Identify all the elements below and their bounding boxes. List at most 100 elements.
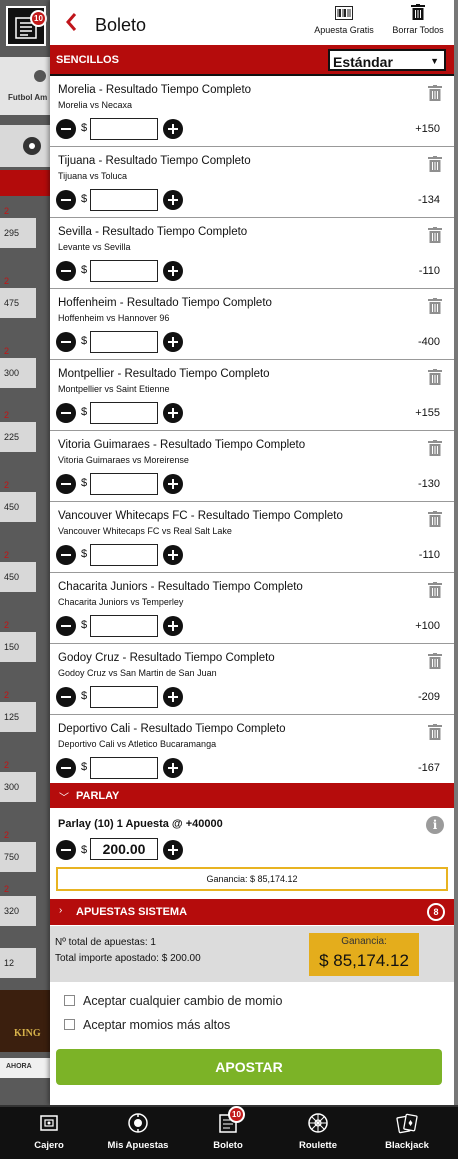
odds-row[interactable]: 2 295 — [0, 200, 50, 270]
free-bet-button[interactable]: Apuesta Gratis — [312, 6, 376, 35]
barcode-icon — [335, 6, 353, 20]
decrease-stake-button[interactable] — [56, 403, 76, 423]
trash-icon[interactable] — [428, 724, 442, 745]
stake-input[interactable] — [90, 615, 158, 637]
odds-row[interactable]: 2 475 — [0, 270, 50, 340]
bet-odds: +100 — [415, 620, 440, 632]
stake-input[interactable] — [90, 118, 158, 140]
nav-item-mis-apuestas[interactable]: Mis Apuestas — [93, 1107, 183, 1159]
sport-strip — [0, 125, 50, 167]
stake-input[interactable] — [90, 402, 158, 424]
system-bets-header[interactable]: › APUESTAS SISTEMA 8 — [50, 899, 454, 925]
bet-slip-panel: Boleto Apuesta Gratis Borrar Todos SENCI… — [50, 0, 454, 1105]
sport-tab[interactable]: Futbol Am — [0, 57, 50, 115]
stake-input[interactable] — [90, 260, 158, 282]
stake-input[interactable] — [90, 331, 158, 353]
increase-stake-button[interactable] — [163, 758, 183, 778]
bet-item: Tijuana - Resultado Tiempo Completo Tijua… — [50, 147, 454, 218]
trash-icon[interactable] — [428, 369, 442, 390]
increase-stake-button[interactable] — [163, 332, 183, 352]
bet-odds: -110 — [418, 549, 440, 561]
bet-match: Vancouver Whitecaps FC vs Real Salt Lake — [58, 526, 232, 536]
stake-input[interactable] — [90, 544, 158, 566]
checkbox-box[interactable] — [64, 995, 75, 1006]
place-bet-button[interactable]: APOSTAR — [56, 1049, 442, 1085]
odds-value: 125 — [0, 702, 36, 732]
decrease-stake-button[interactable] — [56, 840, 76, 860]
info-icon[interactable]: i — [426, 816, 444, 834]
nav-item-blackjack[interactable]: Blackjack — [362, 1107, 452, 1159]
chevron-down-icon: ﹀ — [59, 793, 69, 804]
promo-text: KING — [14, 1028, 41, 1039]
accept-any-odds-change-checkbox[interactable]: Aceptar cualquier cambio de momio — [64, 994, 282, 1008]
increase-stake-button[interactable] — [163, 261, 183, 281]
nav-item-cajero[interactable]: Cajero — [4, 1107, 94, 1159]
bet-odds: -400 — [417, 336, 440, 348]
trash-icon[interactable] — [428, 582, 442, 603]
soccer-ball-icon — [34, 70, 46, 82]
odds-row[interactable]: 2 450 — [0, 474, 50, 544]
play-now-label: AHORA — [0, 1058, 50, 1078]
bet-title: Tijuana - Resultado Tiempo Completo — [58, 155, 251, 167]
odds-row[interactable]: 2 225 — [0, 404, 50, 474]
decrease-stake-button[interactable] — [56, 190, 76, 210]
stake-input[interactable] — [90, 189, 158, 211]
odds-row[interactable]: 2 300 — [0, 754, 50, 824]
ticket-toggle-button[interactable]: 10 — [6, 6, 47, 46]
bet-title: Godoy Cruz - Resultado Tiempo Completo — [58, 652, 275, 664]
decrease-stake-button[interactable] — [56, 616, 76, 636]
decrease-stake-button[interactable] — [56, 474, 76, 494]
decrease-stake-button[interactable] — [56, 119, 76, 139]
trash-icon[interactable] — [428, 85, 442, 106]
increase-stake-button[interactable] — [163, 190, 183, 210]
decrease-stake-button[interactable] — [56, 261, 76, 281]
increase-stake-button[interactable] — [163, 687, 183, 707]
trash-icon[interactable] — [428, 298, 442, 319]
roulette-icon — [308, 1113, 328, 1133]
odds-value: 300 — [0, 358, 36, 388]
bet-item: Vancouver Whitecaps FC - Resultado Tiemp… — [50, 502, 454, 573]
stake-input[interactable] — [90, 473, 158, 495]
decrease-stake-button[interactable] — [56, 332, 76, 352]
odds-row[interactable]: 2 125 — [0, 684, 50, 754]
parlay-header[interactable]: ﹀ PARLAY — [50, 783, 454, 808]
currency-symbol: $ — [81, 619, 88, 631]
currency-symbol: $ — [81, 406, 88, 418]
decrease-stake-button[interactable] — [56, 687, 76, 707]
trash-icon[interactable] — [428, 511, 442, 532]
parlay-section: Parlay (10) 1 Apuesta @ +40000 i $ 200.0… — [50, 808, 454, 897]
my-bets-icon — [128, 1113, 148, 1133]
increase-stake-button[interactable] — [163, 403, 183, 423]
odds-row[interactable]: 2 450 — [0, 544, 50, 614]
odds-row[interactable]: 2 300 — [0, 340, 50, 410]
increase-stake-button[interactable] — [163, 840, 183, 860]
background-page: 10 Futbol Am 2 295 2 475 2 300 2 225 2 450 24… — [0, 0, 50, 1105]
stake-input[interactable] — [90, 686, 158, 708]
nav-item-boleto[interactable]: 10 Boleto — [183, 1106, 273, 1159]
stake-input[interactable] — [90, 757, 158, 779]
increase-stake-button[interactable] — [163, 119, 183, 139]
trash-icon[interactable] — [428, 227, 442, 248]
parlay-stake-input[interactable]: 200.00 — [90, 838, 158, 860]
casino-promo-banner[interactable]: KING — [0, 990, 50, 1052]
trash-icon[interactable] — [428, 653, 442, 674]
checkbox-box[interactable] — [64, 1019, 75, 1030]
parlay-label: PARLAY — [76, 790, 120, 802]
total-winnings-box: Ganancia: $ 85,174.12 — [309, 933, 419, 976]
nav-item-roulette[interactable]: Roulette — [273, 1107, 363, 1159]
caret-down-icon: ▼ — [430, 56, 439, 66]
decrease-stake-button[interactable] — [56, 758, 76, 778]
increase-stake-button[interactable] — [163, 474, 183, 494]
increase-stake-button[interactable] — [163, 616, 183, 636]
accept-higher-odds-checkbox[interactable]: Aceptar momios más altos — [64, 1018, 230, 1032]
increase-stake-button[interactable] — [163, 545, 183, 565]
bet-type-select[interactable]: Estándar ▼ — [328, 49, 446, 71]
decrease-stake-button[interactable] — [56, 545, 76, 565]
delete-all-button[interactable]: Borrar Todos — [388, 4, 448, 35]
odds-row[interactable]: 2 150 — [0, 614, 50, 684]
bet-match: Levante vs Sevilla — [58, 242, 131, 252]
scroll-edge — [454, 0, 458, 1105]
back-button[interactable] — [62, 10, 84, 34]
trash-icon[interactable] — [428, 156, 442, 177]
trash-icon[interactable] — [428, 440, 442, 461]
